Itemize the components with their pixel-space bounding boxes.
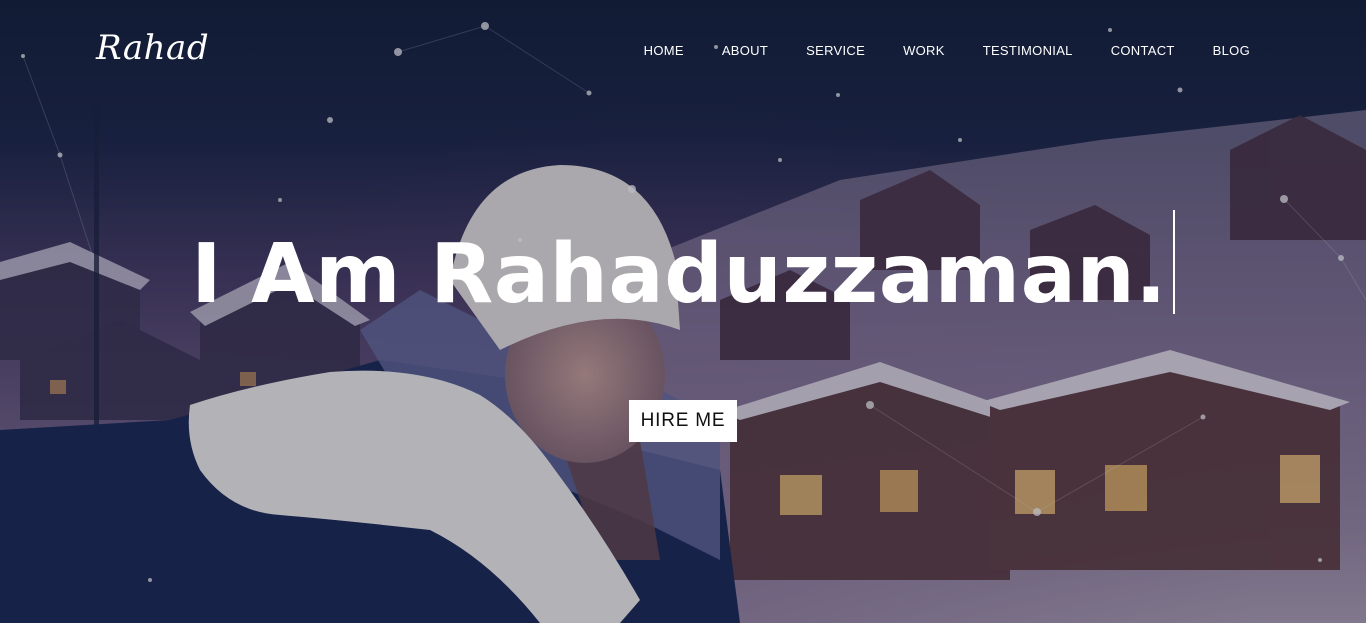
hero-headline: I Am Rahaduzzaman. bbox=[191, 227, 1167, 322]
nav-item-testimonial: TESTIMONIAL bbox=[983, 42, 1073, 60]
nav-link-about[interactable]: ABOUT bbox=[722, 43, 768, 58]
nav-link-testimonial[interactable]: TESTIMONIAL bbox=[983, 43, 1073, 58]
nav-item-about: ABOUT bbox=[722, 42, 768, 60]
typing-cursor bbox=[1172, 210, 1175, 314]
nav-link-contact[interactable]: CONTACT bbox=[1111, 43, 1175, 58]
nav-link-work[interactable]: WORK bbox=[903, 43, 945, 58]
hero-section: Rahad HOME ABOUT SERVICE WORK TESTIMONIA… bbox=[0, 0, 1366, 623]
nav-item-home: HOME bbox=[644, 42, 684, 60]
main-nav: HOME ABOUT SERVICE WORK TESTIMONIAL CONT… bbox=[644, 42, 1250, 60]
nav-link-blog[interactable]: BLOG bbox=[1213, 43, 1250, 58]
nav-item-service: SERVICE bbox=[806, 42, 865, 60]
nav-item-blog: BLOG bbox=[1213, 42, 1250, 60]
hire-me-button[interactable]: HIRE ME bbox=[629, 400, 737, 442]
nav-item-contact: CONTACT bbox=[1111, 42, 1175, 60]
nav-link-service[interactable]: SERVICE bbox=[806, 43, 865, 58]
nav-link-home[interactable]: HOME bbox=[644, 43, 684, 58]
site-logo[interactable]: Rahad bbox=[96, 28, 209, 68]
nav-item-work: WORK bbox=[903, 42, 945, 60]
hero-headline-wrapper: I Am Rahaduzzaman. bbox=[0, 210, 1366, 324]
